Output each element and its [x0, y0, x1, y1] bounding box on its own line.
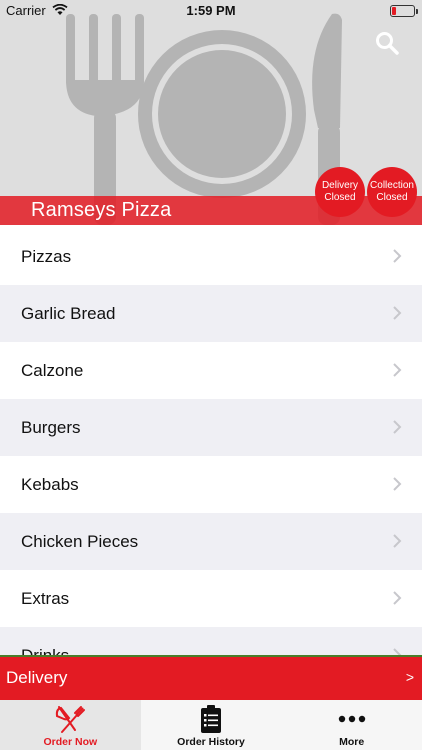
- category-label: Calzone: [21, 360, 84, 380]
- delivery-arrow-icon: >: [405, 669, 414, 685]
- tab-label: Order Now: [43, 736, 98, 748]
- category-item[interactable]: Burgers: [0, 399, 422, 456]
- chevron-right-icon: [393, 420, 402, 434]
- category-item[interactable]: Calzone: [0, 342, 422, 399]
- category-label: Kebabs: [21, 474, 79, 494]
- category-label: Garlic Bread: [21, 303, 116, 323]
- tab-more[interactable]: More: [281, 700, 422, 750]
- category-item[interactable]: Garlic Bread: [0, 285, 422, 342]
- category-item[interactable]: Pizzas: [0, 228, 422, 285]
- category-item[interactable]: Chicken Pieces: [0, 513, 422, 570]
- category-list: Pizzas Garlic Bread Calzone Burgers Keba…: [0, 228, 422, 684]
- chevron-right-icon: [393, 477, 402, 491]
- restaurant-name: Ramseys Pizza: [31, 199, 172, 221]
- search-button[interactable]: [374, 30, 400, 56]
- hero-banner: Ramseys Pizza Delivery Closed Collection…: [0, 0, 422, 225]
- battery-icon: [390, 5, 418, 17]
- category-item[interactable]: Extras: [0, 570, 422, 627]
- category-label: Extras: [21, 588, 70, 608]
- delivery-status-line1: Delivery: [321, 180, 359, 191]
- category-label: Pizzas: [21, 246, 72, 266]
- delivery-mode-label: Delivery: [6, 668, 68, 687]
- chevron-right-icon: [393, 249, 402, 263]
- tab-label: Order History: [177, 736, 245, 748]
- chevron-right-icon: [393, 591, 402, 605]
- tab-order-now[interactable]: Order Now: [0, 700, 141, 750]
- chevron-right-icon: [393, 363, 402, 377]
- collection-status-badge: Collection Closed: [367, 167, 417, 217]
- category-item[interactable]: Kebabs: [0, 456, 422, 513]
- status-bar: Carrier 1:59 PM: [0, 0, 422, 22]
- delivery-status-line2: Closed: [324, 192, 356, 203]
- battery-level: [392, 7, 396, 15]
- search-icon: [376, 32, 399, 55]
- collection-status-line1: Collection: [370, 180, 414, 191]
- tab-label: More: [339, 736, 365, 748]
- delivery-mode-bar[interactable]: Delivery >: [0, 655, 422, 700]
- tab-bar: Order Now Order History More: [0, 700, 422, 750]
- collection-status-line2: Closed: [376, 192, 408, 203]
- fork-knife-icon: [56, 706, 86, 733]
- clock: 1:59 PM: [186, 3, 236, 18]
- clipboard-icon: [201, 705, 221, 733]
- category-label: Chicken Pieces: [21, 531, 139, 551]
- tab-order-history[interactable]: Order History: [141, 700, 282, 750]
- category-label: Burgers: [21, 417, 81, 437]
- chevron-right-icon: [393, 306, 402, 320]
- delivery-status-badge: Delivery Closed: [315, 167, 365, 217]
- more-dots-icon: [338, 715, 365, 723]
- chevron-right-icon: [393, 534, 402, 548]
